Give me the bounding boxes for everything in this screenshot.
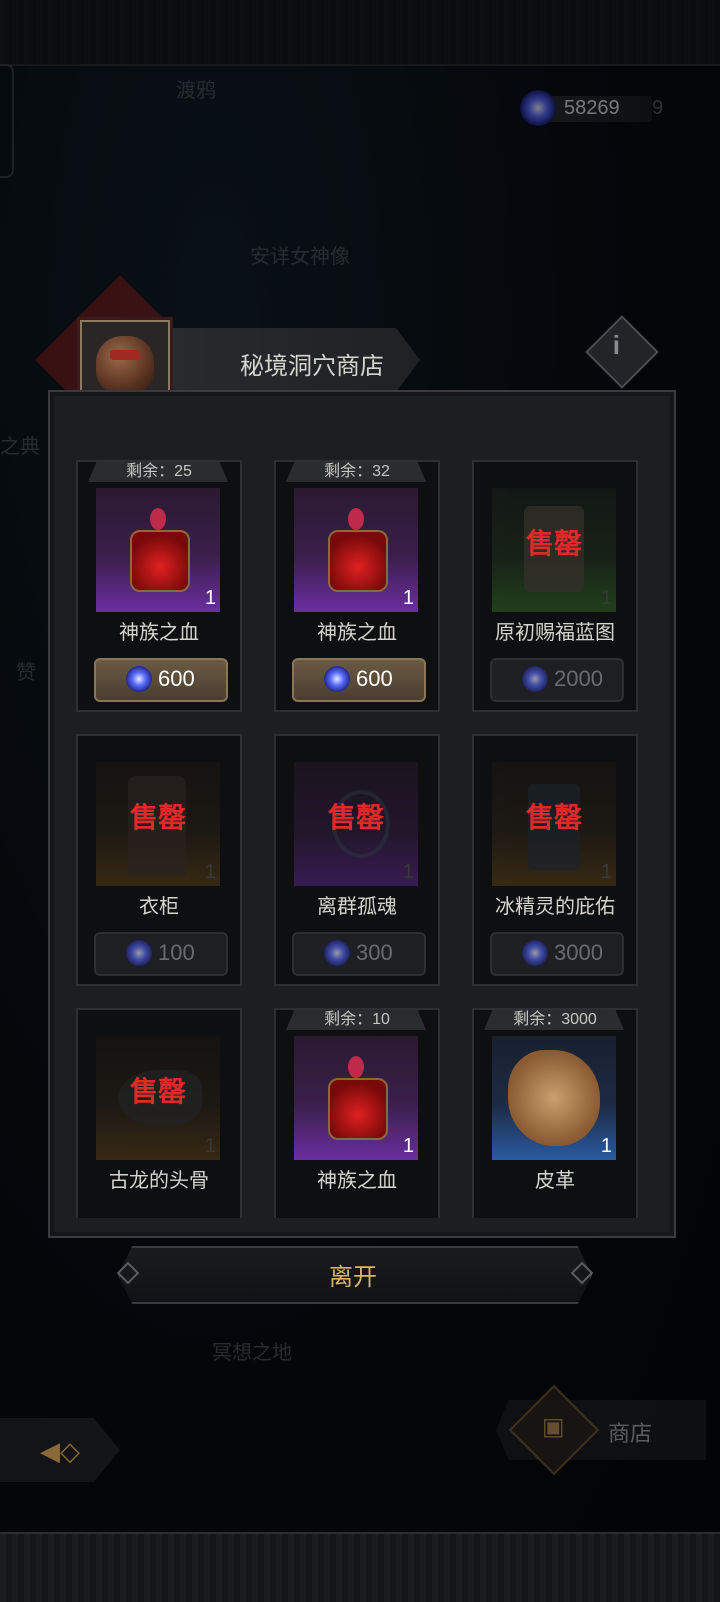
portal-orb-icon: [324, 940, 350, 966]
chest-icon: ▣: [541, 1413, 565, 1441]
blood-potion-icon: [126, 508, 190, 592]
shop-item-card[interactable]: 剩余：3000 1 皮革: [472, 1008, 638, 1218]
price-amount: 600: [356, 666, 393, 691]
stock-remaining: 剩余：25: [126, 463, 192, 480]
shop-nav-label[interactable]: 商店: [608, 1416, 652, 1448]
item-quantity: 1: [600, 1135, 612, 1157]
portal-orb-icon: [126, 666, 152, 692]
item-name: 衣柜: [139, 896, 179, 918]
price-amount: 300: [356, 940, 393, 965]
item-quantity: 1: [402, 587, 414, 609]
sold-out-label: 售罄: [525, 802, 582, 833]
shop-item-card[interactable]: 1 售罄 离群孤魂 300: [274, 734, 440, 986]
blood-potion-icon: [324, 508, 388, 592]
buy-button-disabled: 100: [94, 932, 228, 976]
portal-orb-icon: [324, 666, 350, 692]
bag-tie: [110, 350, 140, 360]
item-slot: 1: [294, 488, 418, 612]
shop-item-card[interactable]: 1 售罄 冰精灵的庇佑 3000: [472, 734, 638, 986]
item-slot: 1: [96, 488, 220, 612]
item-quantity: 1: [204, 587, 216, 609]
item-name: 冰精灵的庇佑: [495, 896, 615, 918]
item-slot: 1: [294, 1036, 418, 1160]
stock-remaining: 剩余：32: [324, 463, 390, 480]
item-name: 原初赐福蓝图: [495, 622, 615, 644]
shop-title: 秘境洞穴商店: [240, 353, 384, 380]
portal-orb-icon: [126, 940, 152, 966]
price-amount: 2000: [554, 666, 603, 691]
item-name: 神族之血: [317, 622, 397, 644]
item-name: 古龙的头骨: [109, 1170, 209, 1192]
item-quantity: 1: [204, 861, 216, 883]
item-quantity: 1: [600, 587, 612, 609]
back-arrow-icon[interactable]: ◀◇: [40, 1436, 80, 1467]
sold-out-label: 售罄: [129, 802, 186, 833]
item-slot: 1: [492, 1036, 616, 1160]
info-icon: i: [612, 330, 621, 361]
portal-orb-icon: [522, 666, 548, 692]
buy-button[interactable]: 600: [292, 658, 426, 702]
leave-button-label[interactable]: 离开: [118, 1257, 588, 1292]
stock-remaining: 剩余：3000: [513, 1011, 597, 1028]
shop-item-card[interactable]: 1 售罄 原初赐福蓝图 2000: [472, 460, 638, 712]
buy-button-disabled: 2000: [490, 658, 624, 702]
shop-item-grid[interactable]: 剩余：25 1 神族之血 600 剩余：32 1 神族之血 600 1 售罄 原…: [74, 432, 650, 1218]
item-quantity: 1: [402, 861, 414, 883]
loot-bag-icon: [96, 336, 154, 394]
blood-potion-icon: [324, 1056, 388, 1140]
shop-item-card[interactable]: 剩余：32 1 神族之血 600: [274, 460, 440, 712]
shop-item-card[interactable]: 1 售罄 衣柜 100: [76, 734, 242, 986]
shop-item-card[interactable]: 剩余：10 1 神族之血: [274, 1008, 440, 1218]
buy-button-disabled: 300: [292, 932, 426, 976]
price-amount: 100: [158, 940, 195, 965]
item-name: 离群孤魂: [317, 896, 397, 918]
item-name: 神族之血: [317, 1170, 397, 1192]
shop-panel: 剩余：25 1 神族之血 600 剩余：32 1 神族之血 600 1 售罄 原…: [48, 390, 676, 1238]
item-name: 神族之血: [119, 622, 199, 644]
shop-item-card[interactable]: 1 售罄 古龙的头骨: [76, 1008, 242, 1218]
price-amount: 600: [158, 666, 195, 691]
item-name: 皮革: [535, 1170, 575, 1192]
buy-button[interactable]: 600: [94, 658, 228, 702]
portal-orb-icon: [522, 940, 548, 966]
leather-hide-icon: [508, 1050, 600, 1146]
shop-item-card[interactable]: 剩余：25 1 神族之血 600: [76, 460, 242, 712]
sold-out-label: 售罄: [129, 1076, 186, 1107]
sold-out-label: 售罄: [327, 802, 384, 833]
item-quantity: 1: [600, 861, 612, 883]
item-quantity: 1: [402, 1135, 414, 1157]
buy-button-disabled: 3000: [490, 932, 624, 976]
stock-remaining: 剩余：10: [324, 1011, 390, 1028]
item-quantity: 1: [204, 1135, 216, 1157]
bottom-frame: [0, 1532, 720, 1602]
price-amount: 3000: [554, 940, 603, 965]
sold-out-label: 售罄: [525, 528, 582, 559]
